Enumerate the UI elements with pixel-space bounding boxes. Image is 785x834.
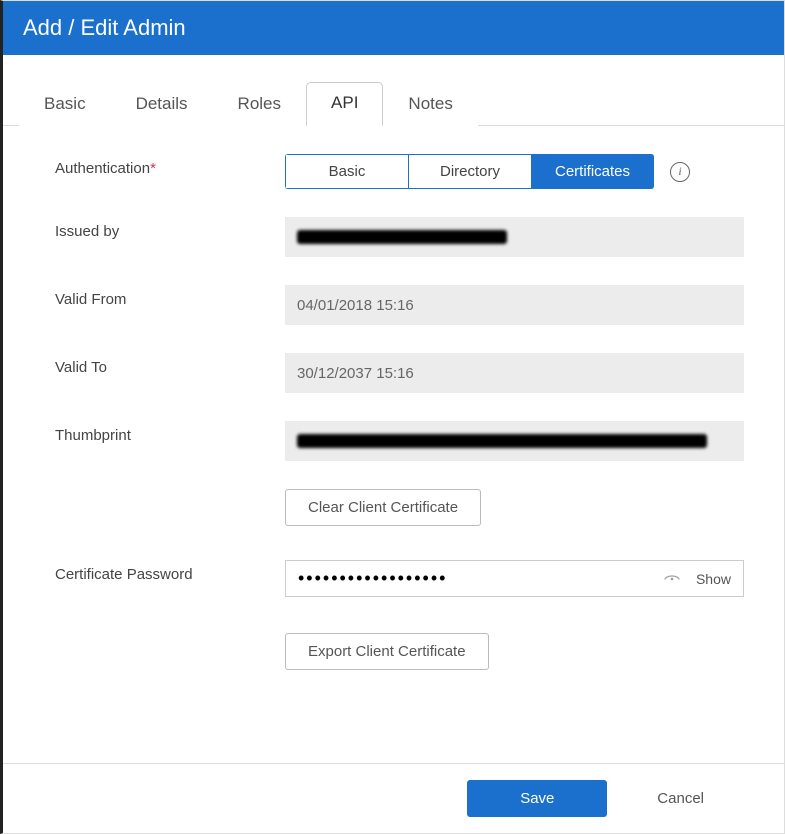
clear-client-certificate-button[interactable]: Clear Client Certificate — [285, 489, 481, 526]
field-issued-by — [285, 217, 744, 257]
valid-from-value: 04/01/2018 15:16 — [297, 297, 414, 314]
export-cert-area: Export Client Certificate — [285, 633, 744, 670]
row-clear-cert: Clear Client Certificate — [55, 489, 744, 526]
row-valid-from: Valid From 04/01/2018 15:16 — [55, 285, 744, 325]
tab-api[interactable]: API — [306, 82, 383, 126]
row-valid-to: Valid To 30/12/2037 15:16 — [55, 353, 744, 393]
auth-option-certificates[interactable]: Certificates — [531, 154, 654, 189]
clear-cert-area: Clear Client Certificate — [285, 489, 744, 526]
row-export-cert: Export Client Certificate — [55, 633, 744, 670]
label-cert-password: Certificate Password — [55, 560, 285, 583]
field-thumbprint — [285, 421, 744, 461]
field-valid-from: 04/01/2018 15:16 — [285, 285, 744, 325]
eye-icon[interactable] — [664, 571, 680, 587]
show-password-link[interactable]: Show — [696, 571, 731, 587]
label-valid-from: Valid From — [55, 285, 285, 308]
tab-roles[interactable]: Roles — [213, 83, 306, 126]
cancel-button[interactable]: Cancel — [627, 781, 734, 816]
row-authentication: Authentication* Basic Directory Certific… — [55, 154, 744, 189]
authentication-controls: Basic Directory Certificates i — [285, 154, 744, 189]
admin-dialog: Add / Edit Admin Basic Details Roles API… — [0, 0, 785, 834]
tabs-container: Basic Details Roles API Notes — [3, 55, 784, 126]
dialog-footer: Save Cancel — [3, 763, 784, 833]
export-client-certificate-button[interactable]: Export Client Certificate — [285, 633, 489, 670]
tab-notes[interactable]: Notes — [383, 83, 477, 126]
row-cert-password: Certificate Password Show — [55, 560, 744, 597]
authentication-segmented: Basic Directory Certificates — [285, 154, 654, 189]
field-valid-to: 30/12/2037 15:16 — [285, 353, 744, 393]
label-valid-to: Valid To — [55, 353, 285, 376]
row-thumbprint: Thumbprint — [55, 421, 744, 461]
save-button[interactable]: Save — [467, 780, 607, 817]
tabs: Basic Details Roles API Notes — [3, 81, 784, 126]
form-body: Authentication* Basic Directory Certific… — [3, 126, 784, 763]
cert-password-wrap: Show — [285, 560, 744, 597]
cert-password-input[interactable] — [298, 568, 664, 589]
auth-option-basic[interactable]: Basic — [285, 154, 408, 189]
label-thumbprint: Thumbprint — [55, 421, 285, 444]
valid-to-value: 30/12/2037 15:16 — [297, 365, 414, 382]
issued-by-value-redacted — [297, 230, 507, 244]
row-issued-by: Issued by — [55, 217, 744, 257]
dialog-header: Add / Edit Admin — [3, 1, 784, 55]
auth-option-directory[interactable]: Directory — [408, 154, 531, 189]
label-authentication-text: Authentication — [55, 160, 150, 177]
tab-details[interactable]: Details — [111, 83, 213, 126]
tab-basic[interactable]: Basic — [19, 83, 111, 126]
label-issued-by: Issued by — [55, 217, 285, 240]
required-mark: * — [150, 160, 156, 177]
info-icon[interactable]: i — [670, 162, 690, 182]
thumbprint-value-redacted — [297, 434, 707, 448]
label-authentication: Authentication* — [55, 154, 285, 177]
dialog-title: Add / Edit Admin — [23, 15, 186, 40]
